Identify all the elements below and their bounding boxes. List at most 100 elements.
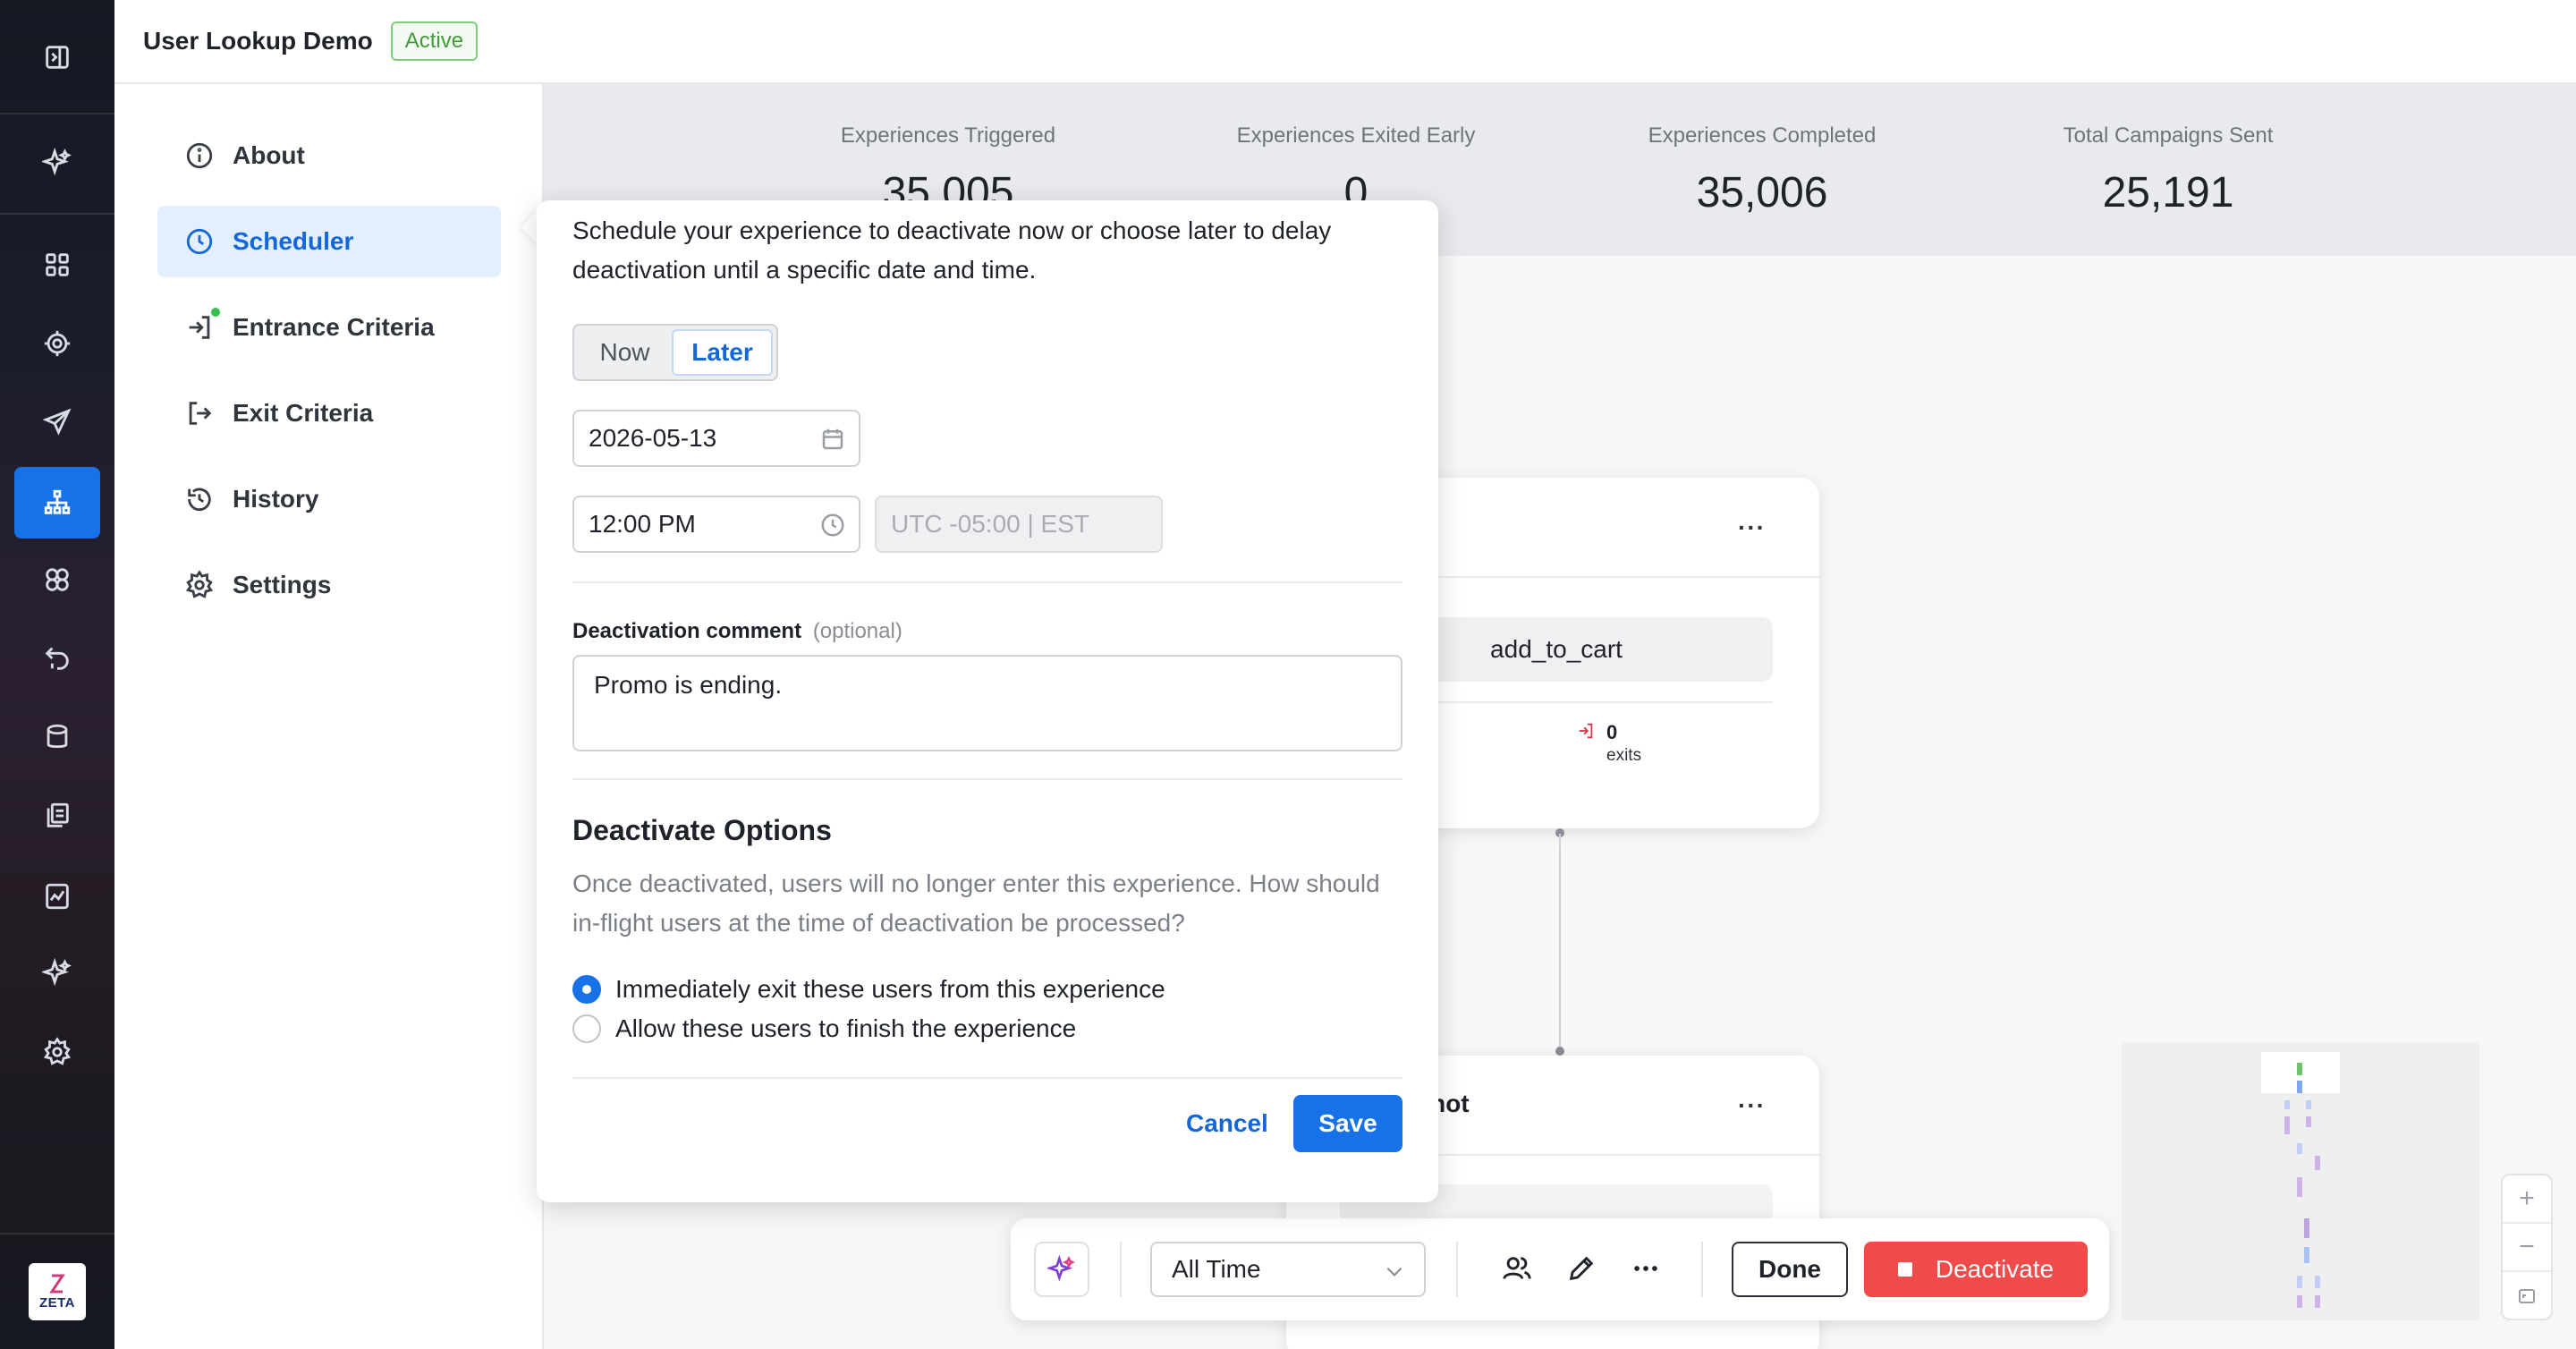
minimap-node <box>2297 1276 2302 1288</box>
experience-sidenav: About Scheduler Entrance Criteria Exit C… <box>114 84 544 1349</box>
library-icon[interactable] <box>14 780 100 852</box>
more-dots-icon <box>1634 1266 1657 1271</box>
minimap-node <box>2297 1081 2302 1093</box>
history-icon <box>188 488 211 512</box>
nav-item-label: Settings <box>233 571 332 598</box>
users-button[interactable] <box>1494 1245 1540 1292</box>
minimap-node <box>2304 1218 2309 1238</box>
nav-item-settings[interactable]: Settings <box>157 549 501 621</box>
deactivate-button[interactable]: Deactivate <box>1864 1242 2088 1297</box>
nav-item-scheduler[interactable]: Scheduler <box>157 206 501 277</box>
sparkle-icon[interactable] <box>14 127 100 199</box>
info-icon <box>186 142 213 169</box>
nav-item-history[interactable]: History <box>157 463 501 535</box>
time-range-select[interactable]: All Time <box>1150 1242 1426 1297</box>
node-menu-button[interactable]: ··· <box>1738 1091 1766 1120</box>
gear-icon <box>185 570 214 598</box>
radio-selected[interactable] <box>572 975 601 1004</box>
options-description: Once deactivated, users will no longer e… <box>572 870 1380 937</box>
popover-intro: Schedule your experience to deactivate n… <box>572 216 1332 284</box>
minimap-node <box>2306 1116 2311 1127</box>
stat-label: Total Campaigns Sent <box>2063 123 2274 148</box>
sidebar-toggle-icon[interactable] <box>14 21 100 93</box>
minimap-node <box>2284 1100 2290 1109</box>
fit-view-icon[interactable] <box>2503 1272 2551 1320</box>
time-field[interactable]: 12:00 PM <box>572 496 860 553</box>
minimap-node <box>2297 1295 2302 1308</box>
zoom-out-icon[interactable]: − <box>2503 1224 2551 1272</box>
deactivate-label: Deactivate <box>1935 1255 2055 1283</box>
ai-assist-button[interactable] <box>1034 1242 1089 1297</box>
ai-sparkle-icon[interactable] <box>14 938 100 1009</box>
exit-arrow-icon <box>1579 723 1593 739</box>
deactivate-scheduler-popover: Schedule your experience to deactivate n… <box>537 200 1438 1202</box>
bottom-toolbar: All Time Done Deactivate <box>1011 1218 2109 1320</box>
status-badge: Active <box>390 21 479 61</box>
minimap-node <box>2297 1063 2302 1075</box>
option-label: Allow these users to finish the experien… <box>615 1014 1077 1042</box>
done-button[interactable]: Done <box>1732 1242 1848 1297</box>
database-icon[interactable] <box>14 701 100 773</box>
report-icon[interactable] <box>14 861 100 932</box>
nav-item-entrance-criteria[interactable]: Entrance Criteria <box>157 292 501 363</box>
nav-item-label: Scheduler <box>233 227 354 255</box>
now-later-toggle: Now Later <box>572 324 778 381</box>
nav-item-label: Exit Criteria <box>233 399 374 427</box>
minimap-node <box>2304 1247 2309 1263</box>
nav-item-exit-criteria[interactable]: Exit Criteria <box>157 378 501 449</box>
options-title: Deactivate Options <box>572 814 832 846</box>
minimap-node <box>2297 1177 2302 1197</box>
popover-divider <box>572 1077 1402 1079</box>
minimap-node <box>2315 1276 2320 1288</box>
page-title: User Lookup Demo <box>143 27 373 55</box>
time-range-value: All Time <box>1172 1255 1261 1283</box>
page-header: User Lookup Demo Active <box>114 0 2576 84</box>
zeta-logo[interactable]: ZETA <box>29 1263 86 1320</box>
toggle-later[interactable]: Later <box>672 329 773 376</box>
send-icon[interactable] <box>14 386 100 458</box>
comment-label: Deactivation comment (optional) <box>572 619 902 644</box>
connector-dot <box>1555 1047 1564 1056</box>
time-value: 12:00 PM <box>589 510 696 538</box>
stat-label: Experiences Completed <box>1648 123 1877 148</box>
save-button[interactable]: Save <box>1293 1095 1402 1152</box>
timezone-field: UTC -05:00 | EST <box>875 496 1163 553</box>
option-label: Immediately exit these users from this e… <box>615 975 1165 1003</box>
radio-unselected[interactable] <box>572 1014 601 1043</box>
comment-label-text: Deactivation comment <box>572 619 802 643</box>
zoom-controls: + − <box>2501 1174 2553 1320</box>
toggle-now[interactable]: Now <box>578 329 672 376</box>
chevron-down-icon <box>1386 1267 1402 1277</box>
minimap[interactable] <box>2122 1043 2479 1320</box>
more-button[interactable] <box>1623 1245 1669 1292</box>
nav-item-about[interactable]: About <box>157 120 501 191</box>
zoom-in-icon[interactable]: + <box>2503 1175 2551 1224</box>
option-allow-finish[interactable]: Allow these users to finish the experien… <box>572 1014 1076 1043</box>
exits-label: exits <box>1606 746 1642 765</box>
comment-textarea[interactable]: Promo is ending. <box>572 655 1402 751</box>
return-icon[interactable] <box>14 623 100 694</box>
edit-button[interactable] <box>1558 1245 1605 1292</box>
clock-icon <box>186 228 213 255</box>
journey-tree-icon[interactable] <box>14 467 100 539</box>
target-icon[interactable] <box>14 308 100 379</box>
date-field[interactable]: 2026-05-13 <box>572 410 860 467</box>
dashboard-grid-icon[interactable] <box>14 229 100 301</box>
node-menu-button[interactable]: ··· <box>1738 513 1766 542</box>
popover-divider <box>572 778 1402 780</box>
users-icon <box>1503 1257 1531 1279</box>
node-exits: 0 exits <box>1576 721 1641 766</box>
cancel-button[interactable]: Cancel <box>1186 1109 1268 1138</box>
clock-icon <box>821 513 844 537</box>
stat-value: 35,006 <box>1696 169 1828 216</box>
nav-item-label: Entrance Criteria <box>233 313 435 341</box>
pencil-icon <box>1569 1256 1594 1281</box>
calendar-icon <box>822 428 843 450</box>
nav-item-label: History <box>233 485 319 513</box>
toolbar-divider <box>1456 1242 1458 1297</box>
settings-gear-icon[interactable] <box>14 1016 100 1088</box>
comment-optional-hint: (optional) <box>812 619 902 643</box>
date-value: 2026-05-13 <box>589 424 717 452</box>
segments-icon[interactable] <box>14 544 100 615</box>
option-exit-immediately[interactable]: Immediately exit these users from this e… <box>572 975 1165 1004</box>
